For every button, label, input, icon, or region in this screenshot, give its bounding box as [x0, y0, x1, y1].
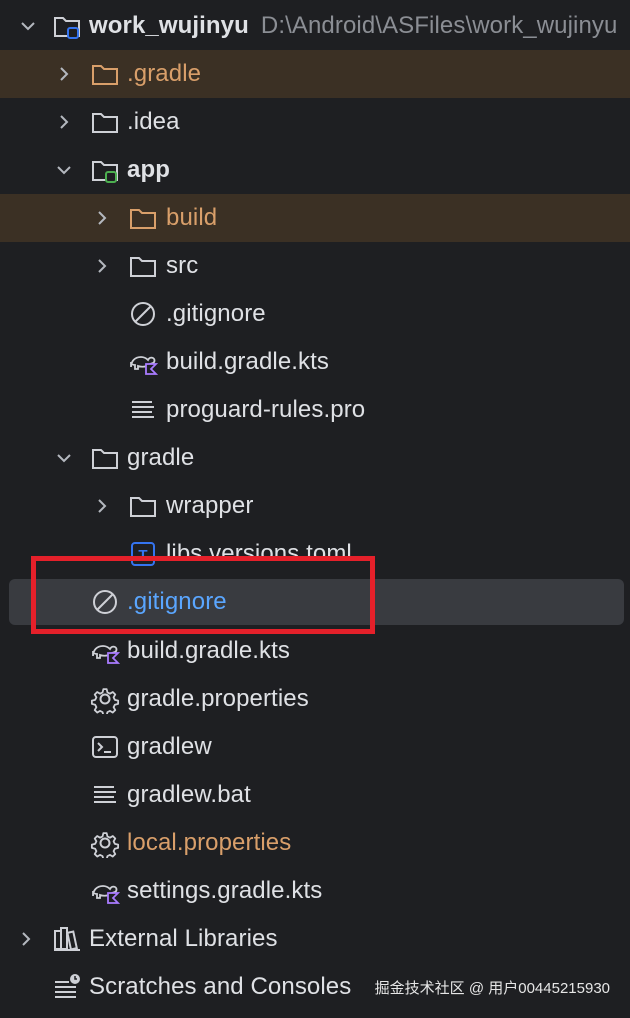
tree-row-gradlew[interactable]: gradlew: [0, 723, 630, 771]
tree-row-settings-gradle[interactable]: settings.gradle.kts: [0, 867, 630, 915]
chevron-down-icon[interactable]: [18, 16, 38, 36]
gradle-kotlin-icon: [92, 885, 120, 904]
tree-row-app-build-gradle[interactable]: build.gradle.kts: [0, 338, 630, 386]
module-folder-icon: [54, 17, 80, 39]
root-build-gradle-label: build.gradle.kts: [127, 637, 291, 664]
wrapper-label: wrapper: [166, 492, 254, 519]
gear-icon: [90, 688, 120, 714]
tree-row-wrapper[interactable]: wrapper: [0, 482, 630, 530]
gradlew-bat-label: gradlew.bat: [127, 781, 251, 808]
chevron-right-icon[interactable]: [92, 496, 112, 516]
settings-gradle-label: settings.gradle.kts: [127, 877, 323, 904]
project-path: D:\Android\ASFiles\work_wujinyu: [260, 12, 618, 39]
chevron-right-icon[interactable]: [54, 64, 74, 84]
tree-row-libs-versions[interactable]: T libs.versions.toml: [0, 530, 630, 578]
folder-icon: [92, 113, 118, 133]
folder-icon: [130, 497, 156, 517]
gradlew-label: gradlew: [127, 733, 212, 760]
chevron-down-icon[interactable]: [54, 448, 74, 468]
chevron-right-icon[interactable]: [54, 112, 74, 132]
folder-icon: [92, 449, 118, 469]
app-src-label: src: [166, 252, 199, 279]
tree-row-local-properties[interactable]: local.properties: [0, 819, 630, 867]
gradle-kotlin-icon: [130, 356, 158, 375]
tree-row-app-proguard[interactable]: proguard-rules.pro: [0, 386, 630, 434]
tree-row-app-build[interactable]: build: [0, 194, 630, 242]
module-folder-icon: [92, 161, 118, 183]
project-root-label: work_wujinyu D:\Android\ASFiles\work_wuji…: [89, 12, 618, 39]
app-label: app: [127, 156, 170, 183]
library-icon: [54, 927, 80, 951]
app-build-gradle-label: build.gradle.kts: [166, 348, 330, 375]
idea-label: .idea: [127, 108, 180, 135]
gradle-properties-label: gradle.properties: [127, 685, 309, 712]
terminal-icon: [92, 736, 118, 758]
libs-versions-label: libs.versions.toml: [166, 540, 352, 567]
gear-icon: [90, 832, 120, 858]
ignore-file-icon: [93, 590, 117, 614]
folder-icon: [130, 257, 156, 277]
app-gitignore-label: .gitignore: [166, 300, 266, 327]
tree-row-external-libraries[interactable]: External Libraries: [0, 915, 630, 963]
chevron-right-icon[interactable]: [92, 256, 112, 276]
tree-row-app[interactable]: app: [0, 146, 630, 194]
toml-file-icon: T: [131, 542, 155, 566]
chevron-down-icon[interactable]: [54, 160, 74, 180]
root-gitignore-label: .gitignore: [127, 588, 227, 615]
scratches-icon: [55, 974, 80, 998]
text-file-icon: [132, 401, 154, 418]
tree-row-idea[interactable]: .idea: [0, 98, 630, 146]
tree-row-gradle-properties[interactable]: gradle.properties: [0, 675, 630, 723]
scratches-label: Scratches and Consoles: [89, 973, 352, 1000]
gradle-kotlin-icon: [92, 645, 120, 664]
app-build-label: build: [166, 204, 218, 231]
tree-row-root[interactable]: work_wujinyu D:\Android\ASFiles\work_wuji…: [0, 2, 630, 50]
external-libraries-label: External Libraries: [89, 925, 278, 952]
tree-row-gradlew-bat[interactable]: gradlew.bat: [0, 771, 630, 819]
chevron-right-icon[interactable]: [16, 929, 36, 949]
tree-row-app-src[interactable]: src: [0, 242, 630, 290]
gradle-folder-label: gradle: [127, 444, 195, 471]
folder-icon: [92, 65, 118, 85]
tree-row-app-gitignore[interactable]: .gitignore: [0, 290, 630, 338]
gradle-cache-label: .gradle: [127, 60, 202, 87]
tree-row-root-build-gradle[interactable]: build.gradle.kts: [0, 627, 630, 675]
local-properties-label: local.properties: [127, 829, 292, 856]
watermark: 掘金技术社区 @ 用户00445215930: [374, 980, 610, 997]
tree-row-gradle-folder[interactable]: gradle: [0, 434, 630, 482]
app-proguard-label: proguard-rules.pro: [166, 396, 366, 423]
ignore-file-icon: [131, 302, 155, 326]
folder-icon: [130, 209, 156, 229]
tree-row-gradle-cache[interactable]: .gradle: [0, 50, 630, 98]
tree-row-root-gitignore[interactable]: .gitignore: [9, 579, 624, 625]
text-file-icon: [94, 786, 116, 803]
svg-text:T: T: [138, 547, 147, 564]
chevron-right-icon[interactable]: [92, 208, 112, 228]
